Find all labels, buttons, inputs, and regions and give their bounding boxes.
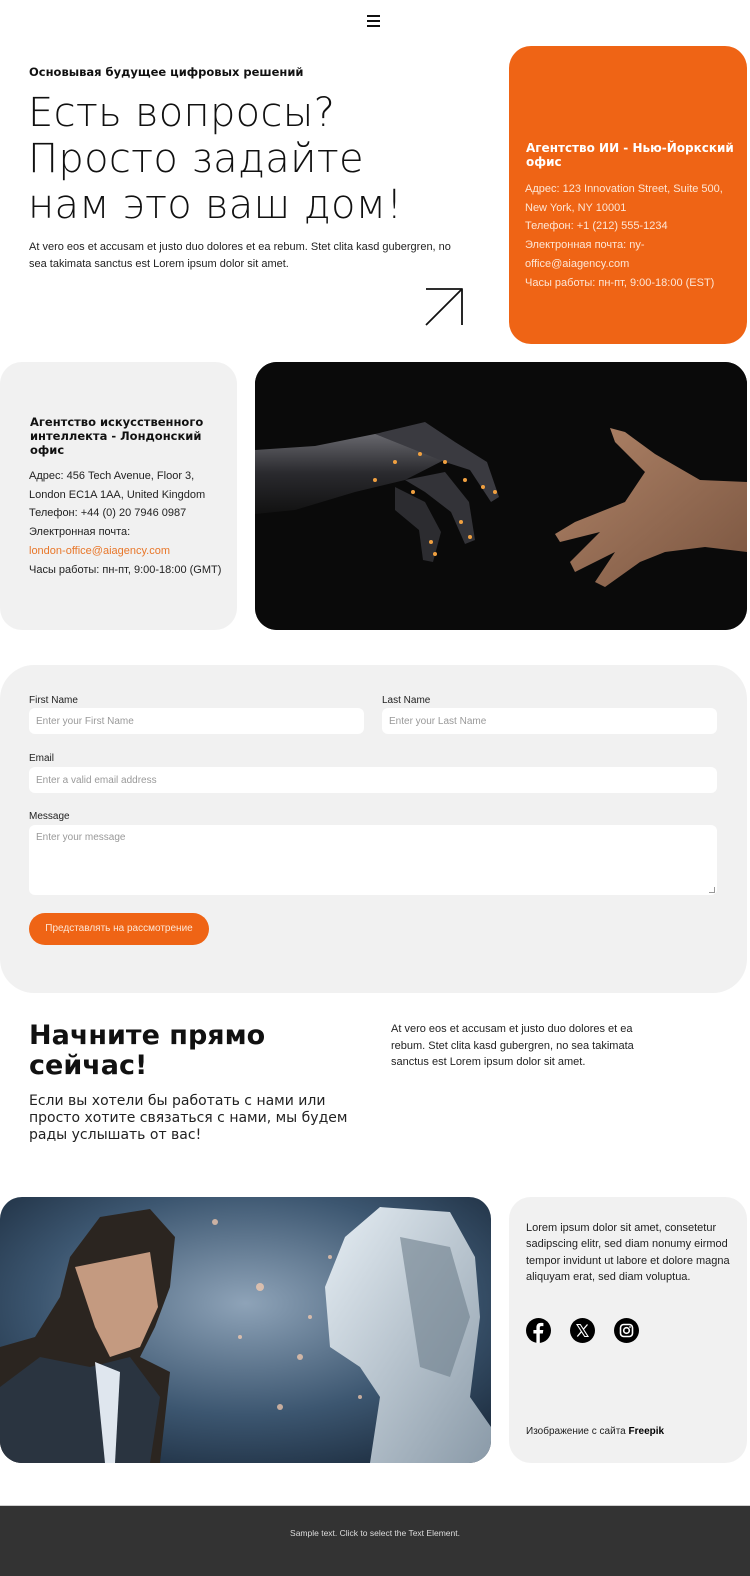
hero-title-line: Есть вопросы? — [28, 90, 336, 136]
resize-handle[interactable] — [709, 887, 715, 893]
london-office-card: Агентство искусственного интеллекта - Ло… — [0, 362, 237, 630]
instagram-icon[interactable] — [614, 1318, 639, 1343]
robot-and-human-hands-image — [255, 362, 747, 630]
london-office-details: Адрес: 456 Tech Avenue, Floor 3, London … — [29, 467, 234, 579]
social-links — [526, 1318, 639, 1343]
start-title: Начните прямо сейчас! — [29, 1020, 266, 1081]
first-name-label: First Name — [29, 695, 78, 706]
last-name-placeholder: Enter your Last Name — [389, 716, 487, 727]
london-phone: Телефон: +44 (0) 20 7946 0987 — [29, 507, 187, 520]
email-label: Email — [29, 753, 55, 764]
menu-line — [367, 25, 380, 27]
hero-title: Есть вопросы? Просто задайте нам это ваш… — [28, 90, 468, 228]
x-twitter-icon[interactable] — [570, 1318, 595, 1343]
ny-hours: Часы работы: пн-пт, 9:00-18:00 (EST) — [525, 276, 715, 289]
hero-title-line: Просто задайте — [28, 136, 364, 182]
freepik-link[interactable]: Freepik — [629, 1426, 665, 1437]
credit-prefix: Изображение с сайта — [526, 1426, 629, 1437]
ny-email[interactable]: office@aiagency.com — [525, 255, 740, 274]
social-card: Lorem ipsum dolor sit amet, consetetur s… — [509, 1197, 747, 1463]
ny-office-card: Агентство ИИ - Нью-Йоркский офис Адрес: … — [509, 46, 747, 344]
ny-email-label: Электронная почта: ny- — [525, 239, 645, 252]
start-subtitle: Если вы хотели бы работать с нами или пр… — [29, 1093, 348, 1143]
last-name-input[interactable]: Enter your Last Name — [382, 708, 717, 734]
london-email-label: Электронная почта: — [29, 526, 131, 539]
hero-text: At vero eos et accusam et justo duo dolo… — [29, 241, 451, 270]
submit-button[interactable]: Представлять на рассмотрение — [29, 913, 209, 945]
london-address-line: Адрес: 456 Tech Avenue, Floor 3, — [29, 470, 195, 482]
last-name-label: Last Name — [382, 695, 431, 706]
social-text: Lorem ipsum dolor sit amet, consetetur s… — [526, 1222, 730, 1283]
ny-office-details: Адрес: 123 Innovation Street, Suite 500,… — [525, 180, 740, 292]
london-email-link[interactable]: london-office@aiagency.com — [29, 542, 234, 561]
hands-illustration — [255, 362, 747, 630]
image-credit: Изображение с сайта Freepik — [526, 1426, 664, 1437]
hero-title-line: нам это ваш дом! — [28, 182, 403, 228]
contact-form: First Name Enter your First Name Last Na… — [0, 665, 747, 993]
hero-subtitle: Основывая будущее цифровых решений — [29, 65, 304, 79]
london-office-title: Агентство искусственного интеллекта - Ло… — [30, 415, 204, 457]
message-label: Message — [29, 811, 70, 822]
ny-address-line: New York, NY 10001 — [525, 201, 627, 214]
menu-line — [367, 20, 380, 22]
first-name-placeholder: Enter your First Name — [36, 716, 134, 727]
start-text: At vero eos et accusam et justo duo dolo… — [391, 1023, 634, 1068]
hamburger-menu-icon[interactable] — [366, 13, 382, 29]
email-placeholder: Enter a valid email address — [36, 775, 157, 786]
ny-address-line: Адрес: 123 Innovation Street, Suite 500, — [525, 183, 723, 195]
arrow-up-right-icon[interactable] — [424, 287, 464, 327]
first-name-input[interactable]: Enter your First Name — [29, 708, 364, 734]
footer-text[interactable]: Sample text. Click to select the Text El… — [0, 1528, 750, 1538]
robot-illustration — [0, 1197, 491, 1463]
ny-office-title: Агентство ИИ - Нью-Йоркский офис — [526, 141, 734, 169]
message-textarea[interactable]: Enter your message — [29, 825, 717, 895]
london-address-line: London EC1A 1AA, United Kingdom — [29, 488, 206, 501]
businessman-and-robot-image — [0, 1197, 491, 1463]
ny-phone: Телефон: +1 (212) 555-1234 — [525, 220, 668, 233]
facebook-icon[interactable] — [526, 1318, 551, 1343]
email-input[interactable]: Enter a valid email address — [29, 767, 717, 793]
message-placeholder: Enter your message — [36, 832, 126, 843]
london-hours: Часы работы: пн-пт, 9:00-18:00 (GMT) — [29, 563, 222, 576]
footer: Sample text. Click to select the Text El… — [0, 1505, 750, 1576]
menu-line — [367, 15, 380, 17]
